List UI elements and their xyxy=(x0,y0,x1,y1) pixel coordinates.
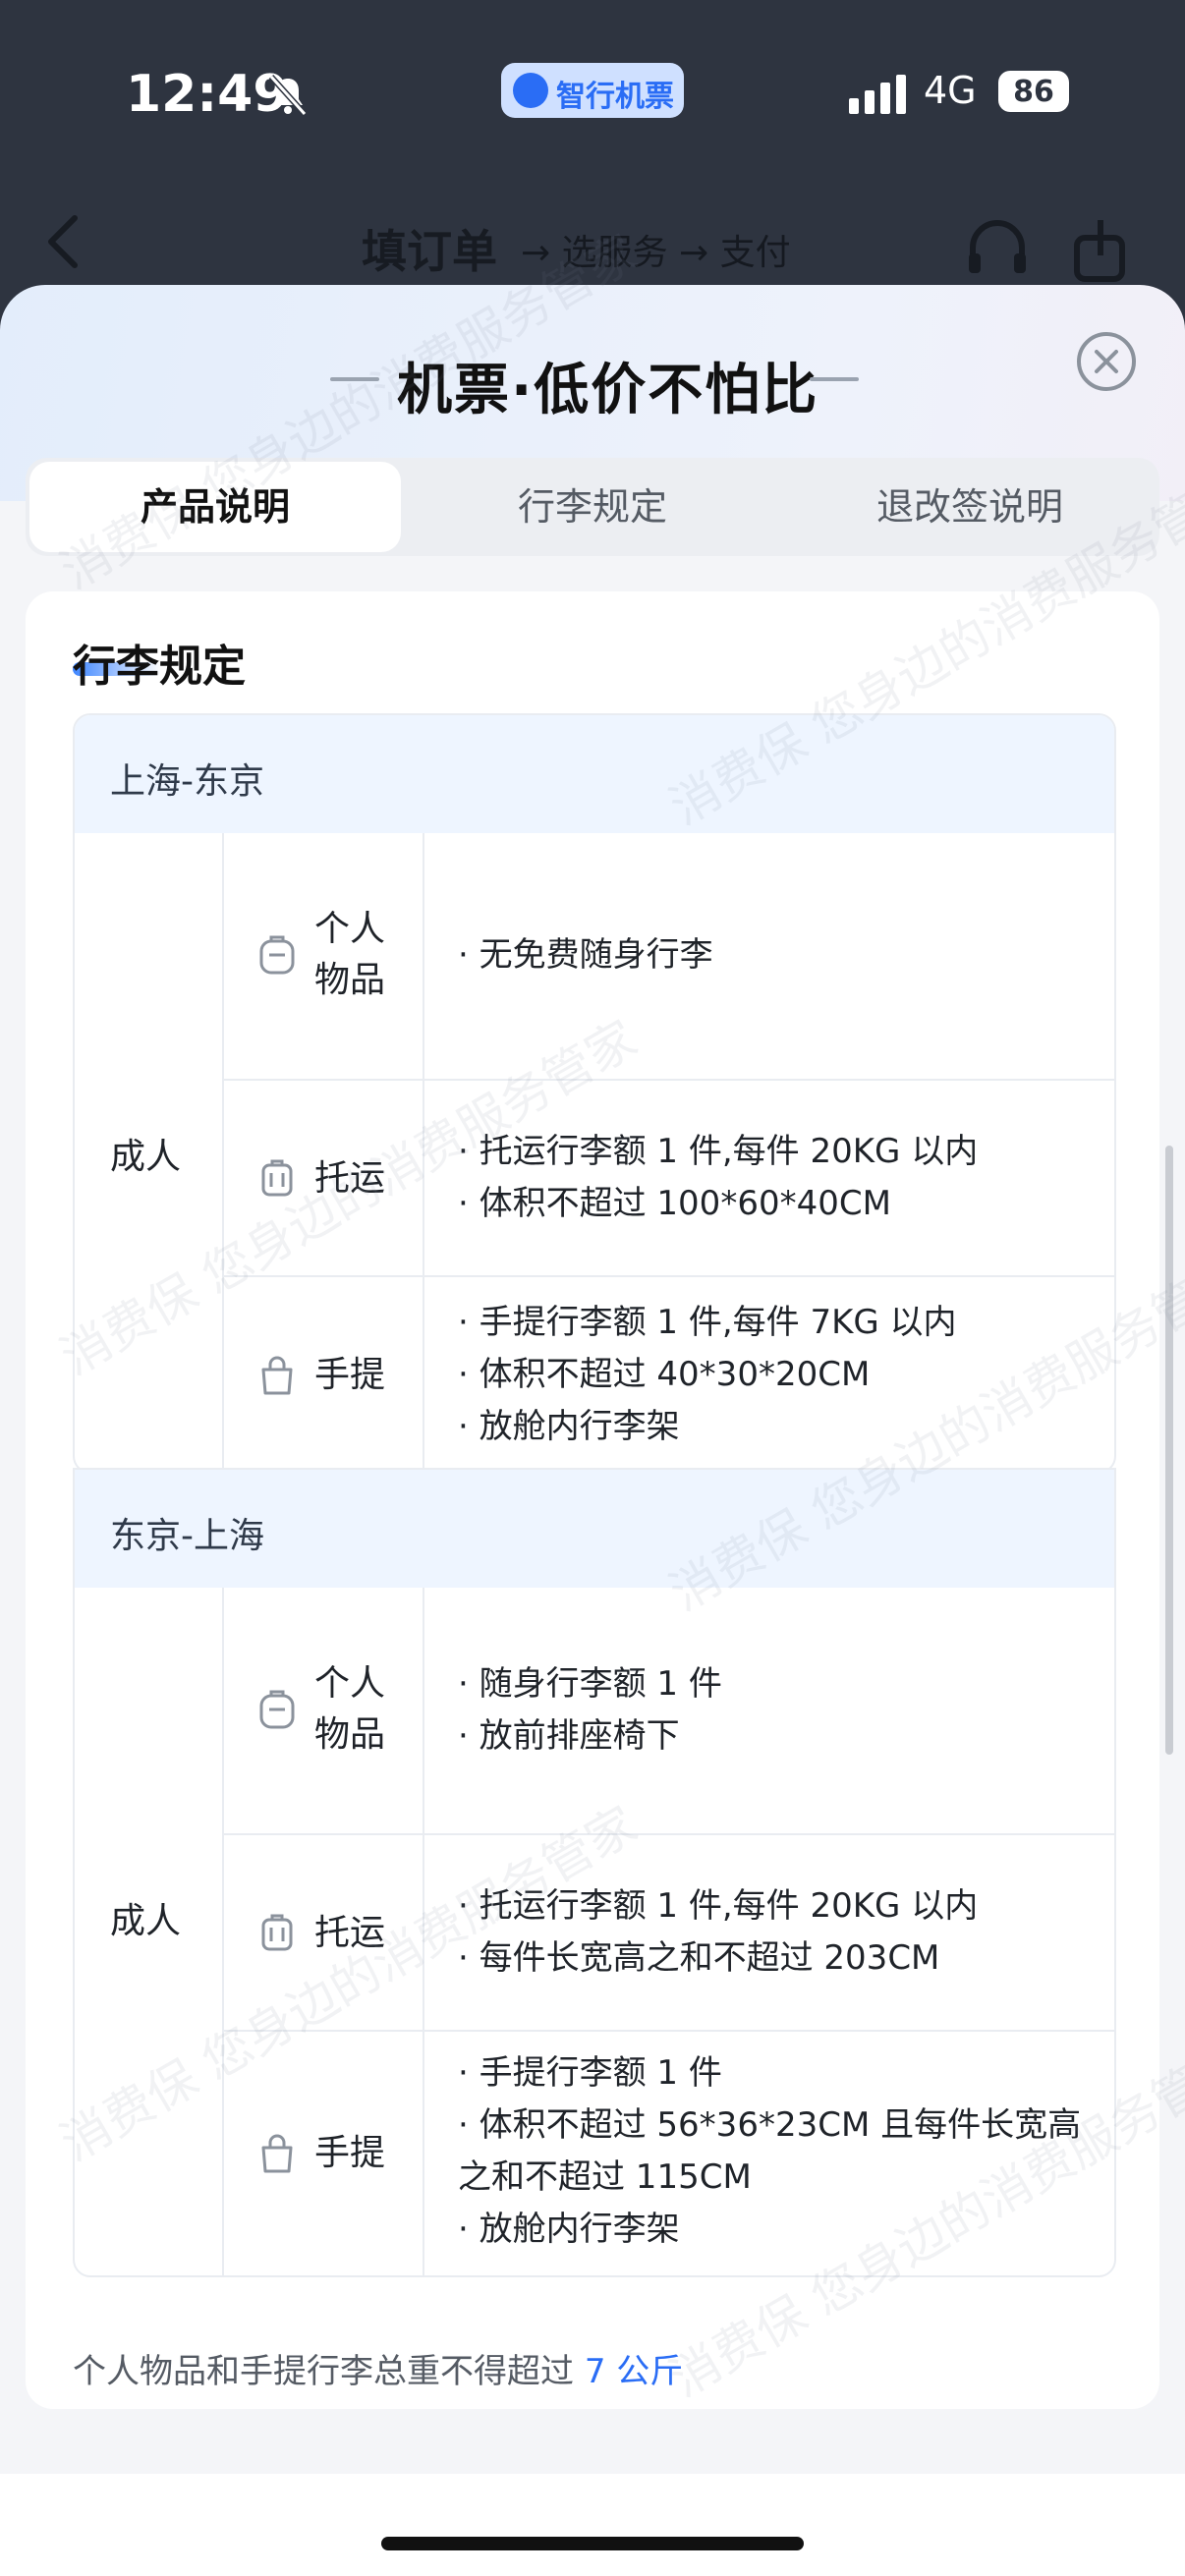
table-row: 个人 物品 · 随身行李额 1 件 · 放前排座椅下 xyxy=(222,1588,1114,1833)
nav-title: 填订单 xyxy=(362,225,497,278)
app-pill[interactable]: 智行机票 xyxy=(501,63,684,118)
home-indicator[interactable] xyxy=(381,2537,804,2550)
desc-cell: · 随身行李额 1 件 · 放前排座椅下 xyxy=(458,1658,1097,1763)
passenger-column: 成人 xyxy=(75,1588,224,2275)
battery-level: 86 xyxy=(1013,75,1054,109)
title-divider-left xyxy=(330,377,379,381)
tab-product-info[interactable]: 产品说明 xyxy=(29,462,401,552)
desc-line: · 放前排座椅下 xyxy=(458,1716,680,1756)
desc-cell: · 托运行李额 1 件,每件 20KG 以内 · 每件长宽高之和不超过 203C… xyxy=(458,1880,1097,1985)
network-label: 4G xyxy=(924,69,977,112)
desc-line: · 每件长宽高之和不超过 203CM xyxy=(458,1938,940,1978)
type-label: 个人 物品 xyxy=(314,909,386,1000)
desc-line: · 无免费随身行李 xyxy=(458,935,713,975)
desc-line: · 体积不超过 56*36*23CM 且每件长宽高之和不超过 115CM xyxy=(458,2105,1082,2197)
baggage-title: 行李规定 xyxy=(73,642,246,692)
share-icon[interactable] xyxy=(1071,216,1130,285)
handbag-icon xyxy=(261,1356,293,1395)
suitcase-icon xyxy=(261,1914,293,1951)
table-row: 手提 · 手提行李额 1 件,每件 7KG 以内 · 体积不超过 40*30*2… xyxy=(222,1275,1114,1472)
type-cell: 手提 xyxy=(222,1277,424,1472)
type-label: 手提 xyxy=(314,1355,386,1395)
desc-line: · 随身行李额 1 件 xyxy=(458,1664,722,1704)
battery-icon: 86 xyxy=(998,71,1069,112)
status-time: 12:49 xyxy=(126,65,289,124)
nav-steps: → 选服务 → 支付 xyxy=(521,233,791,273)
type-label: 个人 物品 xyxy=(314,1663,386,1755)
desc-line: · 体积不超过 40*30*20CM xyxy=(458,1355,871,1394)
tab-bar: 产品说明 行李规定 退改签说明 xyxy=(26,458,1159,556)
close-icon[interactable] xyxy=(1075,330,1138,393)
footnote-text: 个人物品和手提行李总重不得超过 xyxy=(73,2352,585,2391)
desc-cell: · 托运行李额 1 件,每件 20KG 以内 · 体积不超过 100*60*40… xyxy=(458,1126,1097,1230)
passenger-label: 成人 xyxy=(110,1901,182,1941)
type-label: 托运 xyxy=(314,1158,386,1199)
sheet-header: 机票·低价不怕比 xyxy=(0,340,1185,422)
type-cell: 个人 物品 xyxy=(222,833,424,1079)
desc-line: · 托运行李额 1 件,每件 20KG 以内 xyxy=(458,1886,979,1926)
app-logo-icon xyxy=(513,73,548,108)
handbag-icon xyxy=(261,2134,293,2173)
desc-line: · 放舱内行李架 xyxy=(458,2210,680,2249)
baggage-sheet: 机票·低价不怕比 产品说明 行李规定 退改签说明 行李规定 上海-东京 成人 个… xyxy=(0,285,1185,2576)
type-cell: 托运 xyxy=(222,1835,424,2032)
route-table: 东京-上海 成人 个人 物品 · 随身行李额 1 件 · 放前排座椅下 托运 ·… xyxy=(73,1468,1116,2277)
route-label: 上海-东京 xyxy=(110,761,264,802)
type-label: 托运 xyxy=(314,1913,386,1953)
desc-line: · 手提行李额 1 件 xyxy=(458,2053,722,2093)
table-row: 手提 · 手提行李额 1 件 · 体积不超过 56*36*23CM 且每件长宽高… xyxy=(222,2030,1114,2275)
baggage-card: 行李规定 上海-东京 成人 个人 物品 · 无免费随身行李 托运 · 托运行李额… xyxy=(26,591,1159,2409)
route-label: 东京-上海 xyxy=(110,1516,264,1556)
route-header: 上海-东京 xyxy=(75,715,1114,833)
tab-change-refund[interactable]: 退改签说明 xyxy=(784,458,1156,556)
desc-line: · 托运行李额 1 件,每件 20KG 以内 xyxy=(458,1132,979,1171)
footnote-highlight: 7 公斤 xyxy=(584,2352,684,2391)
desc-cell: · 手提行李额 1 件,每件 7KG 以内 · 体积不超过 40*30*20CM… xyxy=(458,1297,1097,1453)
bell-muted-icon xyxy=(268,74,308,117)
desc-line: · 手提行李额 1 件,每件 7KG 以内 xyxy=(458,1303,957,1342)
title-divider-right xyxy=(810,377,859,381)
bottom-area xyxy=(0,2474,1185,2576)
status-bar: 12:49 智行机票 4G 86 xyxy=(0,0,1185,187)
tab-baggage-rules[interactable]: 行李规定 xyxy=(407,458,778,556)
passenger-label: 成人 xyxy=(110,1137,182,1177)
route-header: 东京-上海 xyxy=(75,1470,1114,1588)
app-pill-label: 智行机票 xyxy=(556,80,674,114)
weight-footnote: 个人物品和手提行李总重不得超过 7 公斤 xyxy=(73,2344,683,2392)
headset-icon[interactable] xyxy=(963,216,1032,285)
sheet-title: 机票·低价不怕比 xyxy=(397,359,819,422)
scrollbar[interactable] xyxy=(1165,1146,1173,1755)
type-cell: 手提 xyxy=(222,2032,424,2275)
desc-line: · 体积不超过 100*60*40CM xyxy=(458,1184,891,1223)
desc-line: · 放舱内行李架 xyxy=(458,1407,680,1446)
type-cell: 托运 xyxy=(222,1081,424,1277)
type-cell: 个人 物品 xyxy=(222,1588,424,1833)
desc-cell: · 手提行李额 1 件 · 体积不超过 56*36*23CM 且每件长宽高之和不… xyxy=(458,2047,1087,2256)
backpack-icon xyxy=(259,1690,295,1729)
backpack-icon xyxy=(259,935,295,975)
table-row: 个人 物品 · 无免费随身行李 xyxy=(222,833,1114,1079)
back-icon[interactable] xyxy=(43,212,83,271)
passenger-column: 成人 xyxy=(75,833,224,1472)
table-row: 托运 · 托运行李额 1 件,每件 20KG 以内 · 体积不超过 100*60… xyxy=(222,1079,1114,1277)
route-table: 上海-东京 成人 个人 物品 · 无免费随身行李 托运 · 托运行李额 1 件,… xyxy=(73,713,1116,1474)
suitcase-icon xyxy=(261,1159,293,1197)
table-row: 托运 · 托运行李额 1 件,每件 20KG 以内 · 每件长宽高之和不超过 2… xyxy=(222,1833,1114,2032)
desc-cell: · 无免费随身行李 xyxy=(458,929,1097,981)
signal-icon xyxy=(849,75,906,114)
type-label: 手提 xyxy=(314,2133,386,2173)
